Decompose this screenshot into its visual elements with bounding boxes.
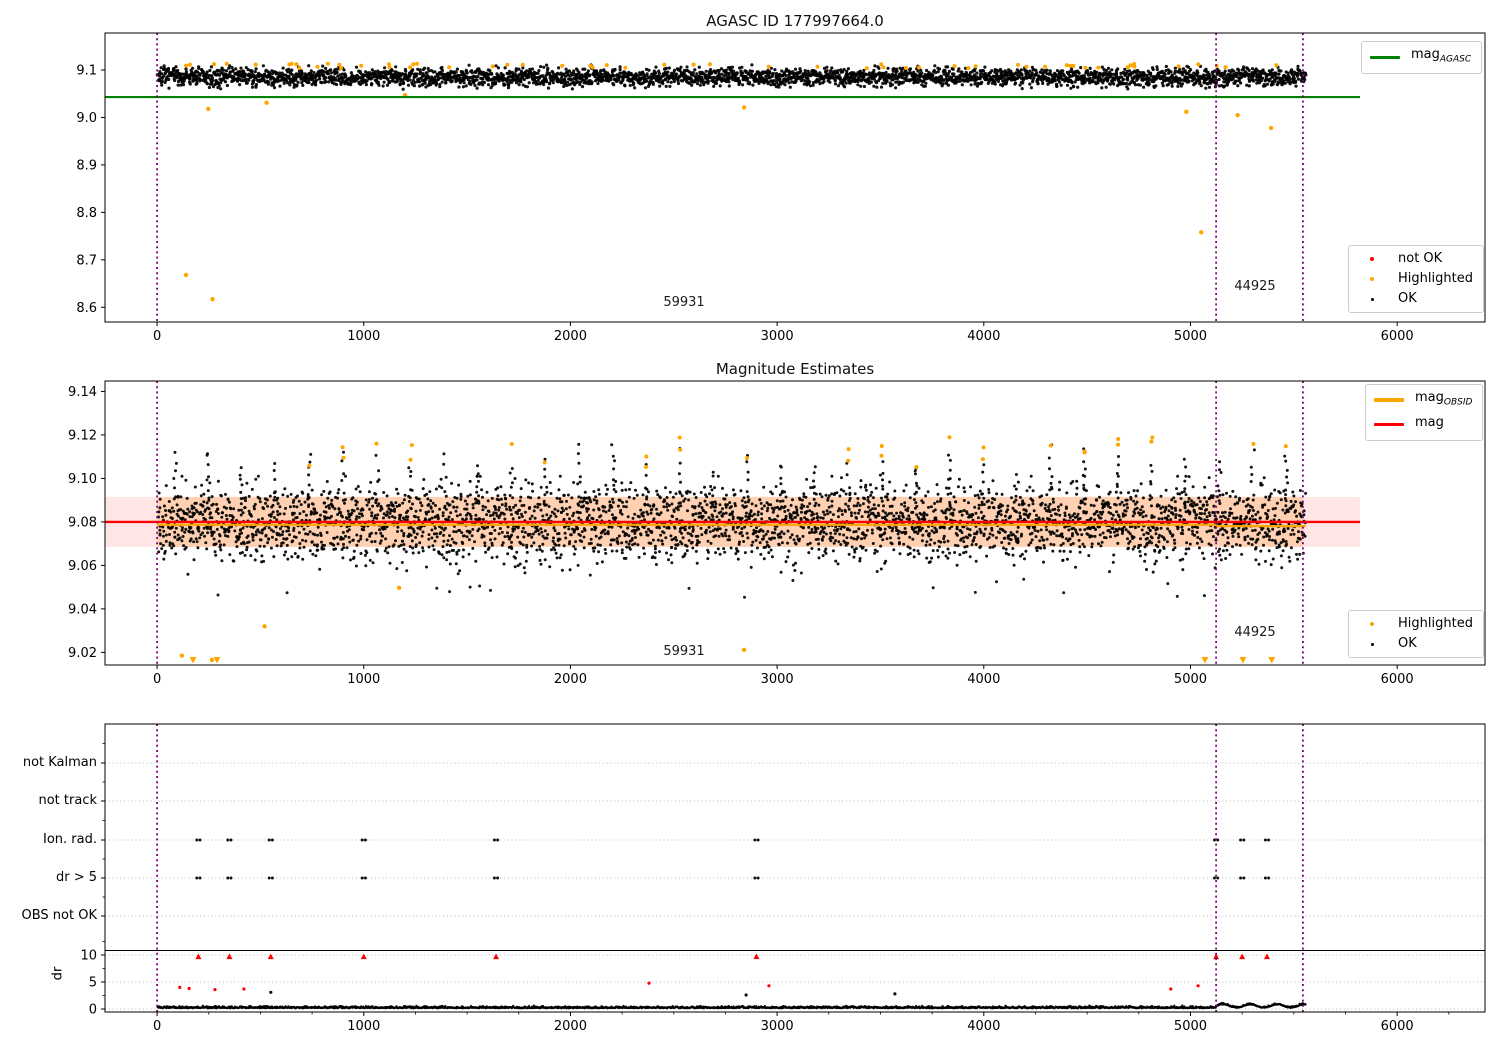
red-line-swatch [1374, 423, 1404, 427]
legend-mag-lines: magOBSID mag [1365, 384, 1484, 442]
svg-text:9.0: 9.0 [76, 111, 97, 126]
legend-entry-ok: OK [1355, 291, 1473, 307]
dr-axis-label: dr [50, 966, 66, 981]
chart-canvas: 0 1000 2000 3000 4000 5000 60008.68.78.88.99.0… [68, 32, 1486, 1034]
svg-text:2000: 2000 [554, 329, 587, 344]
black-dot-swatch [1370, 642, 1374, 646]
svg-text:0: 0 [153, 329, 161, 344]
legend-entry-mag-agasc: magAGASC [1368, 47, 1471, 68]
legend-marker-cell [1368, 55, 1402, 59]
legend-marker-cell [1355, 277, 1389, 281]
legend-top-points: not OK Highlighted OK [1348, 245, 1484, 313]
figure: 0 1000 2000 3000 4000 5000 6000 8.6 8.7 8.8 8.9 9.0… [0, 0, 1500, 1050]
row-label-dr-gt-5: dr > 5 [55, 870, 97, 885]
green-line-swatch [1370, 55, 1400, 59]
mag-lines [105, 520, 1360, 528]
legend-mag-agasc: magAGASC [1361, 41, 1483, 74]
legend-marker-cell [1355, 257, 1389, 261]
legend-label: Highlighted [1398, 616, 1473, 631]
top-plot: 0 1000 2000 3000 4000 5000 6000 8.6 8.7 8.8 8.9 9.0… [76, 32, 1486, 344]
svg-text:8.8: 8.8 [76, 206, 97, 221]
axes: 0 1000 2000 3000 4000 5000 6000 [104, 723, 1486, 1034]
legend-middle-points: Highlighted OK [1348, 610, 1484, 658]
gridlines [105, 762, 1485, 1010]
legend-entry-mag: mag [1372, 415, 1472, 436]
legend-label: mag [1415, 414, 1444, 430]
obsid-interval-lines [156, 724, 1304, 1012]
dr-outlier-points [893, 992, 897, 996]
svg-text:8.6: 8.6 [76, 301, 97, 316]
legend-label: Highlighted [1398, 271, 1473, 286]
black-dot-swatch [1370, 297, 1374, 301]
middle-plot: 0 1000 2000 3000 4000 5000 60009.029.049.069.0… [68, 380, 1486, 687]
not-ok-points [178, 953, 1270, 992]
svg-text:1000: 1000 [347, 329, 380, 344]
legend-marker-cell [1372, 398, 1406, 403]
svg-text:4000: 4000 [967, 329, 1000, 344]
dr-trace [156, 1001, 1307, 1010]
legend-marker-cell [1355, 642, 1389, 646]
svg-text:5000: 5000 [1174, 329, 1207, 344]
orange-dot-swatch [1370, 622, 1374, 626]
dr-outlier-points [744, 993, 748, 997]
svg-text:3000: 3000 [761, 329, 794, 344]
legend-entry-not-ok: not OK [1355, 251, 1473, 267]
top-plot-title: AGASC ID 177997664.0 [706, 12, 884, 30]
legend-entry-highlighted: Highlighted [1355, 271, 1473, 287]
dr-outlier-points [269, 990, 273, 994]
legend-label: magOBSID [1415, 390, 1473, 408]
svg-text:9.1: 9.1 [76, 64, 97, 79]
obsid-annotation-44925-middle: 44925 [1234, 625, 1276, 640]
legend-marker-cell [1355, 622, 1389, 626]
legend-label: magAGASC [1411, 47, 1472, 65]
row-label-ion-rad: Ion. rad. [43, 832, 97, 847]
obsid-annotation-59931-middle: 59931 [663, 644, 705, 659]
orange-dot-swatch [1370, 277, 1374, 281]
flag-points [195, 838, 1271, 880]
red-dot-swatch [1370, 257, 1374, 261]
clipped-triangles [189, 657, 1276, 664]
legend-label: OK [1398, 636, 1417, 651]
legend-marker-cell [1355, 297, 1389, 301]
svg-text:8.7: 8.7 [76, 253, 97, 268]
legend-marker-cell [1372, 423, 1406, 427]
middle-plot-title: Magnitude Estimates [715, 360, 875, 378]
svg-text:8.9: 8.9 [76, 158, 97, 173]
obsid-annotation-59931-top: 59931 [663, 295, 705, 310]
flags-plot: 0 1000 2000 3000 4000 5000 60000510 [80, 723, 1486, 1034]
legend-label: not OK [1398, 251, 1443, 266]
legend-entry-mag-obsid: magOBSID [1372, 390, 1472, 411]
legend-label: OK [1398, 291, 1417, 306]
row-label-obs-not-ok: OBS not OK [21, 908, 98, 923]
svg-text:6000: 6000 [1381, 329, 1414, 344]
legend-entry-ok: OK [1355, 636, 1473, 652]
row-label-not-track: not track [38, 793, 97, 808]
obsid-annotation-44925-top: 44925 [1234, 279, 1276, 294]
legend-entry-highlighted: Highlighted [1355, 616, 1473, 632]
orange-line-swatch [1374, 398, 1404, 403]
row-label-not-kalman: not Kalman [22, 755, 97, 770]
